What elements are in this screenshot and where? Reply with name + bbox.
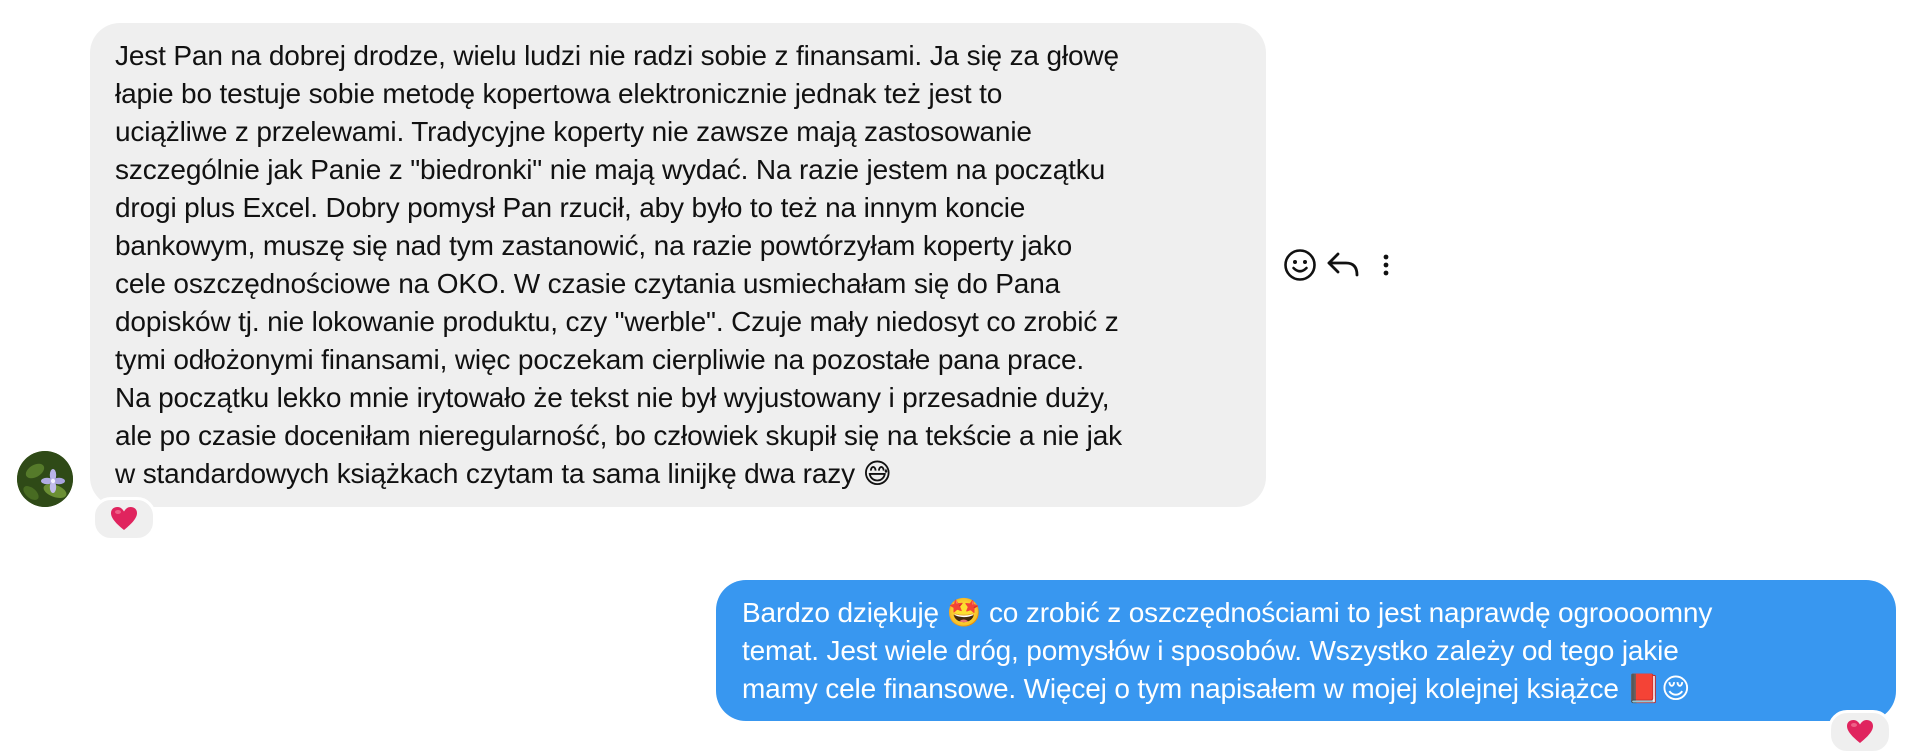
- sender-avatar[interactable]: [17, 451, 73, 507]
- message-line: cele oszczędnościowe na OKO. W czasie cz…: [115, 268, 1061, 299]
- message-line: tymi odłożonymi finansami, więc poczekam…: [115, 344, 1085, 375]
- heart-icon: [1847, 720, 1873, 743]
- incoming-message-text: Jest Pan na dobrej drodze, wielu ludzi n…: [115, 37, 1246, 493]
- more-options-button[interactable]: [1369, 245, 1404, 285]
- reply-button[interactable]: [1325, 245, 1360, 285]
- message-line: Jest Pan na dobrej drodze, wielu ludzi n…: [115, 40, 1119, 71]
- message-line: w standardowych książkach czytam ta sama…: [115, 458, 892, 489]
- message-line: mamy cele finansowe. Więcej o tym napisa…: [742, 673, 1691, 704]
- more-options-icon: [1383, 254, 1389, 276]
- message-line: łapie bo testuje sobie metodę kopertowa …: [115, 78, 1003, 109]
- outgoing-reaction-badge[interactable]: [1828, 710, 1892, 754]
- message-line: szczególnie jak Panie z "biedronki" nie …: [115, 154, 1106, 185]
- message-line: temat. Jest wiele dróg, pomysłów i sposo…: [742, 635, 1679, 666]
- message-line: ale po czasie doceniłam nieregularność, …: [115, 420, 1122, 451]
- message-line: dopisków tj. nie lokowanie produktu, czy…: [115, 306, 1119, 337]
- incoming-reaction-badge[interactable]: [92, 497, 156, 541]
- incoming-message-bubble[interactable]: Jest Pan na dobrej drodze, wielu ludzi n…: [90, 23, 1266, 507]
- message-line: uciążliwe z przelewami. Tradycyjne koper…: [115, 116, 1032, 147]
- react-button[interactable]: [1282, 245, 1317, 285]
- message-line: drogi plus Excel. Dobry pomysł Pan rzuci…: [115, 192, 1026, 223]
- message-actions: [1282, 243, 1412, 287]
- emoji-react-icon: [1283, 249, 1316, 281]
- outgoing-message-bubble[interactable]: Bardzo dziękuję 🤩 co zrobić z oszczędnoś…: [716, 580, 1896, 721]
- message-line: bankowym, muszę się nad tym zastanowić, …: [115, 230, 1073, 261]
- message-line: Na początku lekko mnie irytowało że teks…: [115, 382, 1110, 413]
- outgoing-message-text: Bardzo dziękuję 🤩 co zrobić z oszczędnoś…: [742, 594, 1876, 708]
- heart-icon: [111, 507, 137, 530]
- message-line: Bardzo dziękuję 🤩 co zrobić z oszczędnoś…: [742, 597, 1713, 628]
- reply-icon: [1327, 252, 1359, 277]
- chat-thread: Jest Pan na dobrej drodze, wielu ludzi n…: [0, 0, 1910, 754]
